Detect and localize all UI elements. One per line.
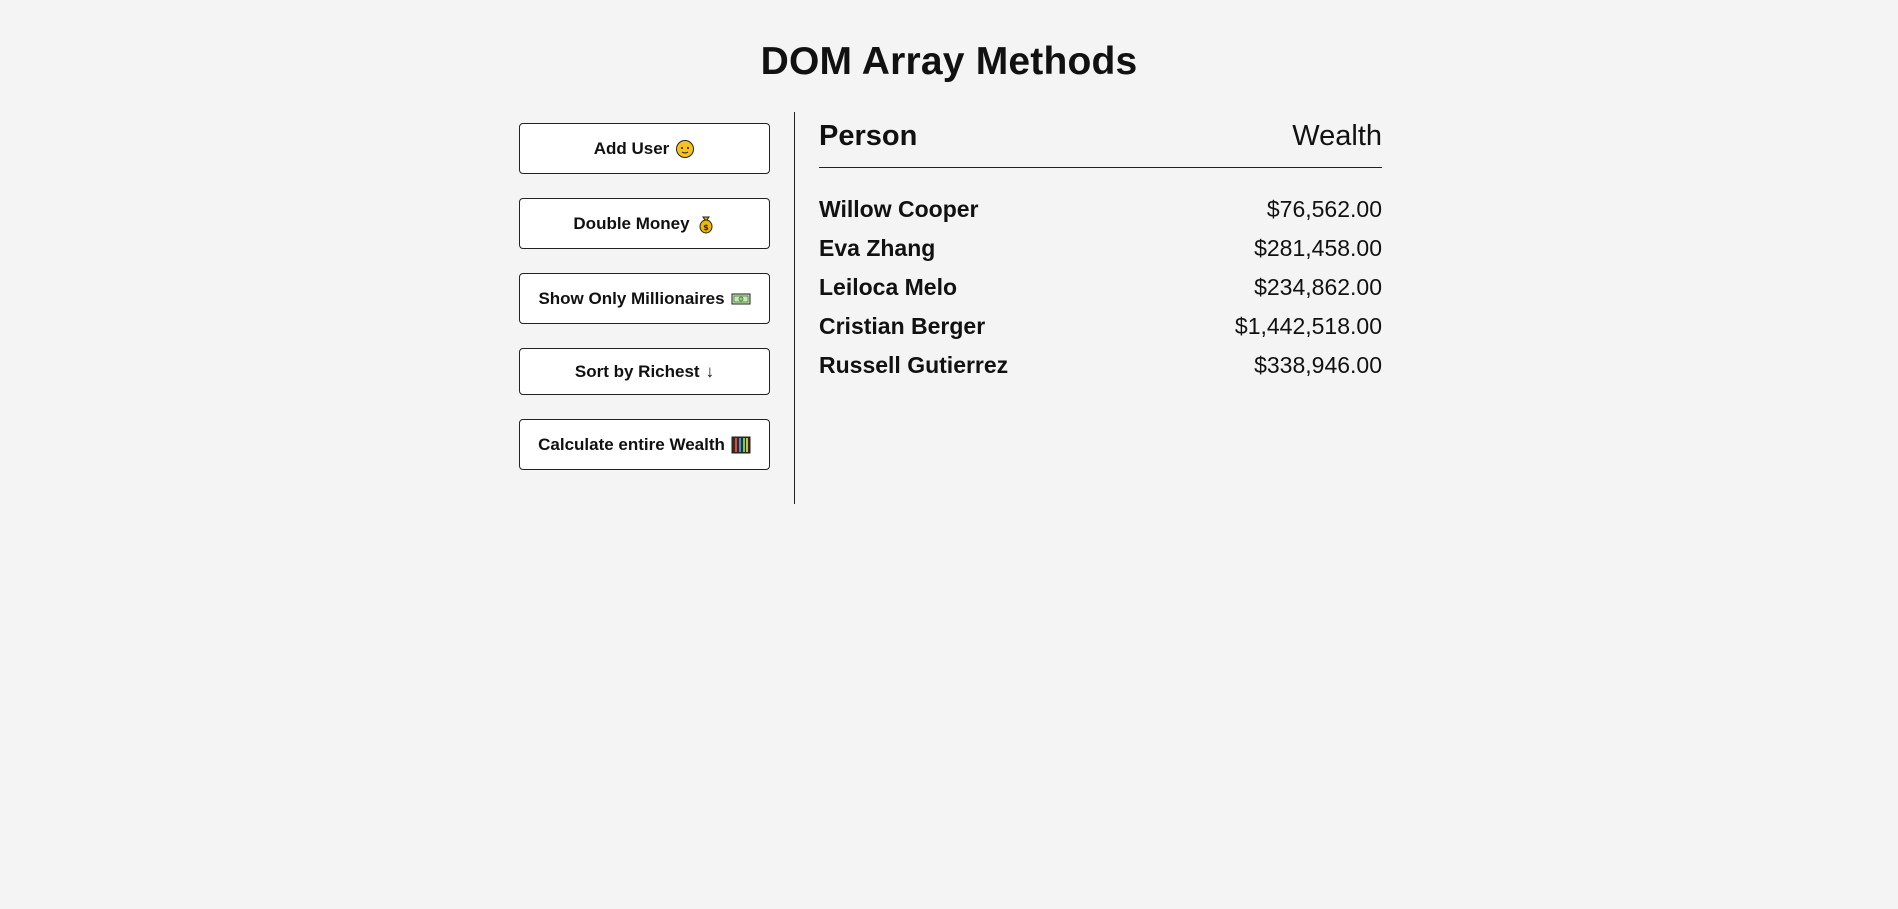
calculate-wealth-button[interactable]: Calculate entire Wealth [519, 419, 770, 470]
calculate-wealth-label: Calculate entire Wealth [538, 434, 725, 454]
table-row: Russell Gutierrez $338,946.00 [819, 346, 1382, 385]
show-millionaires-button[interactable]: Show Only Millionaires [519, 273, 770, 324]
page-title: DOM Array Methods [760, 40, 1138, 83]
person-name: Eva Zhang [819, 235, 936, 261]
double-money-button[interactable]: Double Money $ [519, 198, 770, 249]
table-row: Cristian Berger $1,442,518.00 [819, 307, 1382, 346]
person-name: Leiloca Melo [819, 274, 958, 300]
face-emoji-icon [676, 139, 695, 158]
money-bag-icon: $ [699, 216, 713, 233]
table-row: Willow Cooper $76,562.00 [819, 190, 1382, 229]
sort-richest-label: Sort by Richest [574, 361, 700, 381]
table-row: Leiloca Melo $234,862.00 [819, 268, 1382, 307]
person-wealth: $338,946.00 [1254, 352, 1382, 378]
banknote-icon [731, 293, 751, 304]
wealth-table: Person Wealth Willow Cooper $76,562.00 E… [819, 120, 1382, 385]
add-user-label: Add User [593, 138, 670, 158]
show-millionaires-label: Show Only Millionaires [538, 288, 725, 308]
svg-text:$: $ [703, 223, 709, 232]
person-wealth: $76,562.00 [1266, 196, 1382, 222]
table-body: Willow Cooper $76,562.00 Eva Zhang $281,… [819, 190, 1382, 385]
abacus-icon [731, 436, 751, 453]
person-wealth: $1,442,518.00 [1234, 313, 1382, 339]
action-panel: Add User Double Money $ Show Only Millio… [519, 123, 770, 494]
person-name: Willow Cooper [819, 196, 979, 222]
column-header-person: Person [819, 120, 918, 152]
person-wealth: $234,862.00 [1254, 274, 1382, 300]
column-header-wealth: Wealth [1292, 120, 1382, 152]
person-name: Russell Gutierrez [819, 352, 1009, 378]
person-name: Cristian Berger [819, 313, 986, 339]
add-user-button[interactable]: Add User [519, 123, 770, 174]
person-wealth: $281,458.00 [1254, 235, 1382, 261]
double-money-label: Double Money [573, 213, 690, 233]
arrow-down-icon: ↓ [705, 361, 715, 381]
table-header: Person Wealth [819, 120, 1382, 168]
vertical-divider [794, 112, 795, 504]
sort-richest-button[interactable]: Sort by Richest ↓ [519, 348, 770, 395]
table-row: Eva Zhang $281,458.00 [819, 229, 1382, 268]
